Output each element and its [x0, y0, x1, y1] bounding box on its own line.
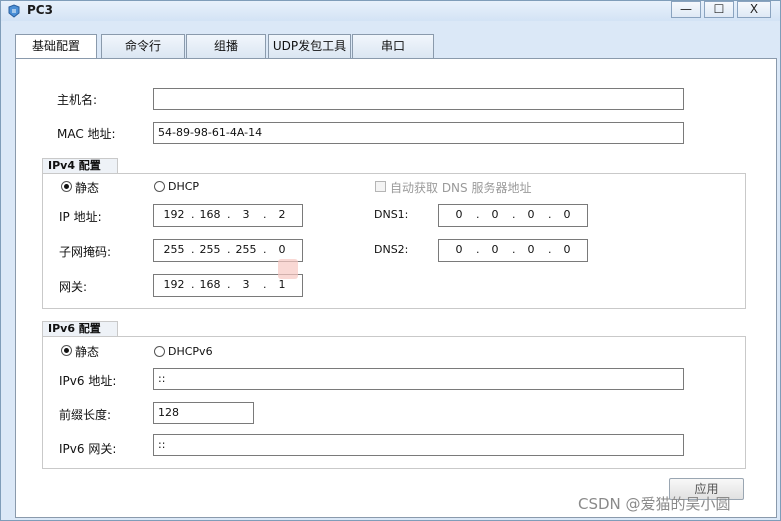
mask-dot: .: [227, 243, 231, 256]
mask-octet-1: 255: [163, 243, 185, 256]
dns1-octet-4: 0: [563, 208, 571, 221]
ip-dot: .: [227, 208, 231, 221]
tab-basic-config[interactable]: 基础配置: [15, 34, 97, 59]
mac-address-input[interactable]: 54-89-98-61-4A-14: [153, 122, 684, 144]
dns1-dot: .: [476, 208, 480, 221]
tab-multicast[interactable]: 组播: [186, 34, 266, 58]
gateway-octet-3: 3: [242, 278, 250, 291]
subnet-mask-label: 子网掩码:: [59, 245, 112, 259]
dns1-octet-2: 0: [491, 208, 499, 221]
dns2-octet-2: 0: [491, 243, 499, 256]
dns2-input[interactable]: 0 . 0 . 0 . 0: [438, 239, 588, 262]
dns2-label: DNS2:: [374, 243, 409, 256]
ip-dot: .: [191, 208, 195, 221]
dns1-input[interactable]: 0 . 0 . 0 . 0: [438, 204, 588, 227]
gateway-octet-1: 192: [163, 278, 185, 291]
dns1-octet-1: 0: [455, 208, 463, 221]
hostname-input[interactable]: [153, 88, 684, 110]
dns1-octet-3: 0: [527, 208, 535, 221]
ipv4-static-radio[interactable]: [61, 181, 72, 192]
ipv4-static-label: 静态: [75, 181, 100, 195]
app-icon: [8, 4, 20, 18]
gateway-label: 网关:: [59, 280, 88, 294]
dns2-dot: .: [512, 243, 516, 256]
prefix-length-label: 前缀长度:: [59, 408, 112, 422]
dns1-dot: .: [548, 208, 552, 221]
ip-octet-3: 3: [242, 208, 250, 221]
ipv6-static-radio[interactable]: [61, 345, 72, 356]
mask-octet-3: 255: [235, 243, 257, 256]
mac-label: MAC 地址:: [57, 127, 116, 141]
auto-dns-checkbox[interactable]: [375, 181, 386, 192]
gateway-dot: .: [227, 278, 231, 291]
ipv6-gateway-label: IPv6 网关:: [59, 442, 117, 456]
ipv6-static-label: 静态: [75, 345, 100, 359]
gateway-dot: .: [263, 278, 267, 291]
gateway-octet-2: 168: [199, 278, 221, 291]
title-bar[interactable]: PC3 — ☐ X: [1, 1, 780, 21]
dns2-octet-3: 0: [527, 243, 535, 256]
ipv6-address-input[interactable]: ::: [153, 368, 684, 390]
mask-dot: .: [263, 243, 267, 256]
tab-command-line[interactable]: 命令行: [101, 34, 185, 58]
ip-octet-1: 192: [163, 208, 185, 221]
mask-octet-2: 255: [199, 243, 221, 256]
prefix-length-input[interactable]: 128: [153, 402, 254, 424]
ip-address-input[interactable]: 192 . 168 . 3 . 2: [153, 204, 303, 227]
dns2-octet-4: 0: [563, 243, 571, 256]
dns1-dot: .: [512, 208, 516, 221]
ipv4-legend: IPv4 配置: [42, 158, 118, 174]
gateway-octet-4: 1: [278, 278, 286, 291]
watermark-logo: [278, 259, 298, 279]
close-button[interactable]: X: [737, 1, 771, 18]
mask-dot: .: [191, 243, 195, 256]
basic-config-panel: 主机名: MAC 地址: 54-89-98-61-4A-14 IPv4 配置 静…: [15, 58, 777, 518]
ip-octet-2: 168: [199, 208, 221, 221]
watermark-text: CSDN @爱猫的吴小圆: [578, 495, 731, 513]
ipv6-dhcp-label: DHCPv6: [168, 345, 213, 358]
ip-dot: .: [263, 208, 267, 221]
minimize-button[interactable]: —: [671, 1, 701, 18]
ipv4-dhcp-radio[interactable]: [154, 181, 165, 192]
dns2-dot: .: [476, 243, 480, 256]
ip-address-label: IP 地址:: [59, 210, 102, 224]
mask-octet-4: 0: [278, 243, 286, 256]
maximize-button[interactable]: ☐: [704, 1, 734, 18]
ipv6-address-label: IPv6 地址:: [59, 374, 117, 388]
dns2-octet-1: 0: [455, 243, 463, 256]
dns1-label: DNS1:: [374, 208, 409, 221]
ipv6-dhcp-radio[interactable]: [154, 346, 165, 357]
window-title: PC3: [27, 3, 53, 17]
auto-dns-label: 自动获取 DNS 服务器地址: [390, 181, 532, 195]
tab-udp-tool[interactable]: UDP发包工具: [268, 34, 351, 58]
dns2-dot: .: [548, 243, 552, 256]
ip-octet-4: 2: [278, 208, 286, 221]
ipv4-dhcp-label: DHCP: [168, 180, 200, 193]
hostname-label: 主机名:: [57, 93, 98, 107]
tab-serial[interactable]: 串口: [352, 34, 434, 58]
ipv6-legend: IPv6 配置: [42, 321, 118, 337]
app-window: PC3 — ☐ X 基础配置 命令行 组播 UDP发包工具 串口 主机名: MA…: [0, 0, 781, 521]
ipv6-gateway-input[interactable]: ::: [153, 434, 684, 456]
gateway-dot: .: [191, 278, 195, 291]
